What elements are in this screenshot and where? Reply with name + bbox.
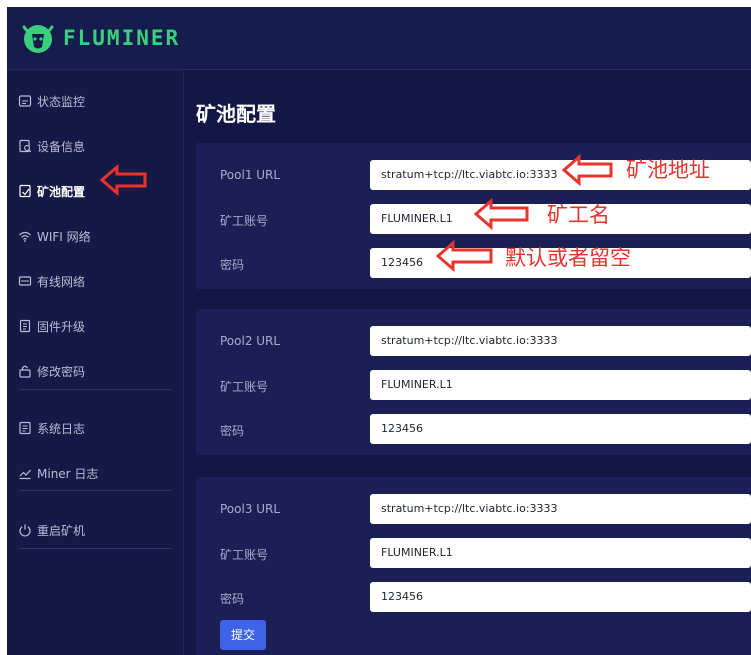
annotation-arrow-icon xyxy=(99,163,147,197)
password-label: 密码 xyxy=(220,424,245,438)
annotation-arrow-icon xyxy=(435,239,493,273)
sidebar-item-miner-log[interactable]: Miner 日志 xyxy=(7,456,183,490)
wifi-icon xyxy=(19,231,31,242)
sidebar-item-label: 状态监控 xyxy=(37,95,86,109)
sidebar-item-system-log[interactable]: 系统日志 xyxy=(7,411,183,445)
top-bar: FLUMINER xyxy=(7,7,751,70)
sidebar-divider xyxy=(19,548,171,549)
sidebar-item-label: 系统日志 xyxy=(37,422,86,436)
ethernet-icon xyxy=(18,276,32,286)
sidebar-item-firmware-upgrade[interactable]: 固件升级 xyxy=(7,309,183,343)
pool-url-input[interactable]: stratum+tcp://ltc.viabtc.io:3333 xyxy=(370,494,751,524)
sidebar-item-label: 修改密码 xyxy=(37,365,86,379)
worker-account-label: 矿工账号 xyxy=(220,214,269,228)
pool-url-input[interactable]: stratum+tcp://ltc.viabtc.io:3333 xyxy=(370,326,751,356)
pool-card-2: Pool2 URL stratum+tcp://ltc.viabtc.io:33… xyxy=(196,309,751,455)
sidebar-item-label: 固件升级 xyxy=(37,320,86,334)
brand-logo-text: FLUMINER xyxy=(63,26,181,50)
sidebar-item-label: 矿池配置 xyxy=(37,185,86,199)
worker-account-label: 矿工账号 xyxy=(220,380,269,394)
sidebar-item-device-info[interactable]: 设备信息 xyxy=(7,129,183,163)
sidebar-item-status-monitor[interactable]: 状态监控 xyxy=(7,84,183,118)
sidebar: 状态监控 设备信息 矿池配置 WIFI 网络 有线网络 固件升级 修改密码 系统… xyxy=(7,70,184,655)
sidebar-item-label: Miner 日志 xyxy=(37,467,99,481)
pool-url-label: Pool2 URL xyxy=(220,334,281,348)
firmware-icon xyxy=(19,319,31,333)
app-window: FLUMINER 状态监控 设备信息 矿池配置 WIFI 网络 有线网络 固件升… xyxy=(7,7,751,655)
lock-icon xyxy=(19,365,31,378)
annotation-arrow-icon xyxy=(561,153,613,187)
password-input[interactable]: 123456 xyxy=(370,414,751,444)
sidebar-item-change-password[interactable]: 修改密码 xyxy=(7,354,183,388)
sidebar-divider xyxy=(19,389,171,390)
power-icon xyxy=(19,524,31,537)
worker-account-label: 矿工账号 xyxy=(220,548,269,562)
sidebar-item-label: 设备信息 xyxy=(37,140,86,154)
sidebar-item-pool-config[interactable]: 矿池配置 xyxy=(7,174,183,208)
sidebar-item-label: 有线网络 xyxy=(37,275,86,289)
sidebar-item-ethernet[interactable]: 有线网络 xyxy=(7,264,183,298)
bull-logo-icon xyxy=(22,25,54,53)
sidebar-item-label: WIFI 网络 xyxy=(37,230,91,244)
annotation-password-hint: 默认或者留空 xyxy=(505,246,631,270)
password-label: 密码 xyxy=(220,592,245,606)
annotation-worker-name: 矿工名 xyxy=(547,203,610,227)
password-label: 密码 xyxy=(220,258,245,272)
pool-url-label: Pool3 URL xyxy=(220,502,281,516)
device-info-icon xyxy=(19,139,32,153)
pool-url-label: Pool1 URL xyxy=(220,168,281,182)
annotation-arrow-icon xyxy=(473,197,529,231)
pool-card-3: Pool3 URL stratum+tcp://ltc.viabtc.io:33… xyxy=(196,477,751,655)
chart-icon xyxy=(19,469,31,480)
sidebar-item-restart-miner[interactable]: 重启矿机 xyxy=(7,513,183,547)
worker-account-input[interactable]: FLUMINER.L1 xyxy=(370,370,751,400)
password-input[interactable]: 123456 xyxy=(370,582,751,612)
sidebar-item-label: 重启矿机 xyxy=(37,524,86,538)
monitor-icon xyxy=(18,95,32,107)
pool-config-icon xyxy=(19,184,31,198)
submit-button[interactable]: 提交 xyxy=(220,620,266,650)
page-title: 矿池配置 xyxy=(196,102,276,126)
system-log-icon xyxy=(19,421,31,435)
worker-account-input[interactable]: FLUMINER.L1 xyxy=(370,538,751,568)
annotation-pool-address: 矿池地址 xyxy=(626,158,710,182)
sidebar-divider xyxy=(19,490,171,491)
sidebar-item-wifi[interactable]: WIFI 网络 xyxy=(7,219,183,253)
